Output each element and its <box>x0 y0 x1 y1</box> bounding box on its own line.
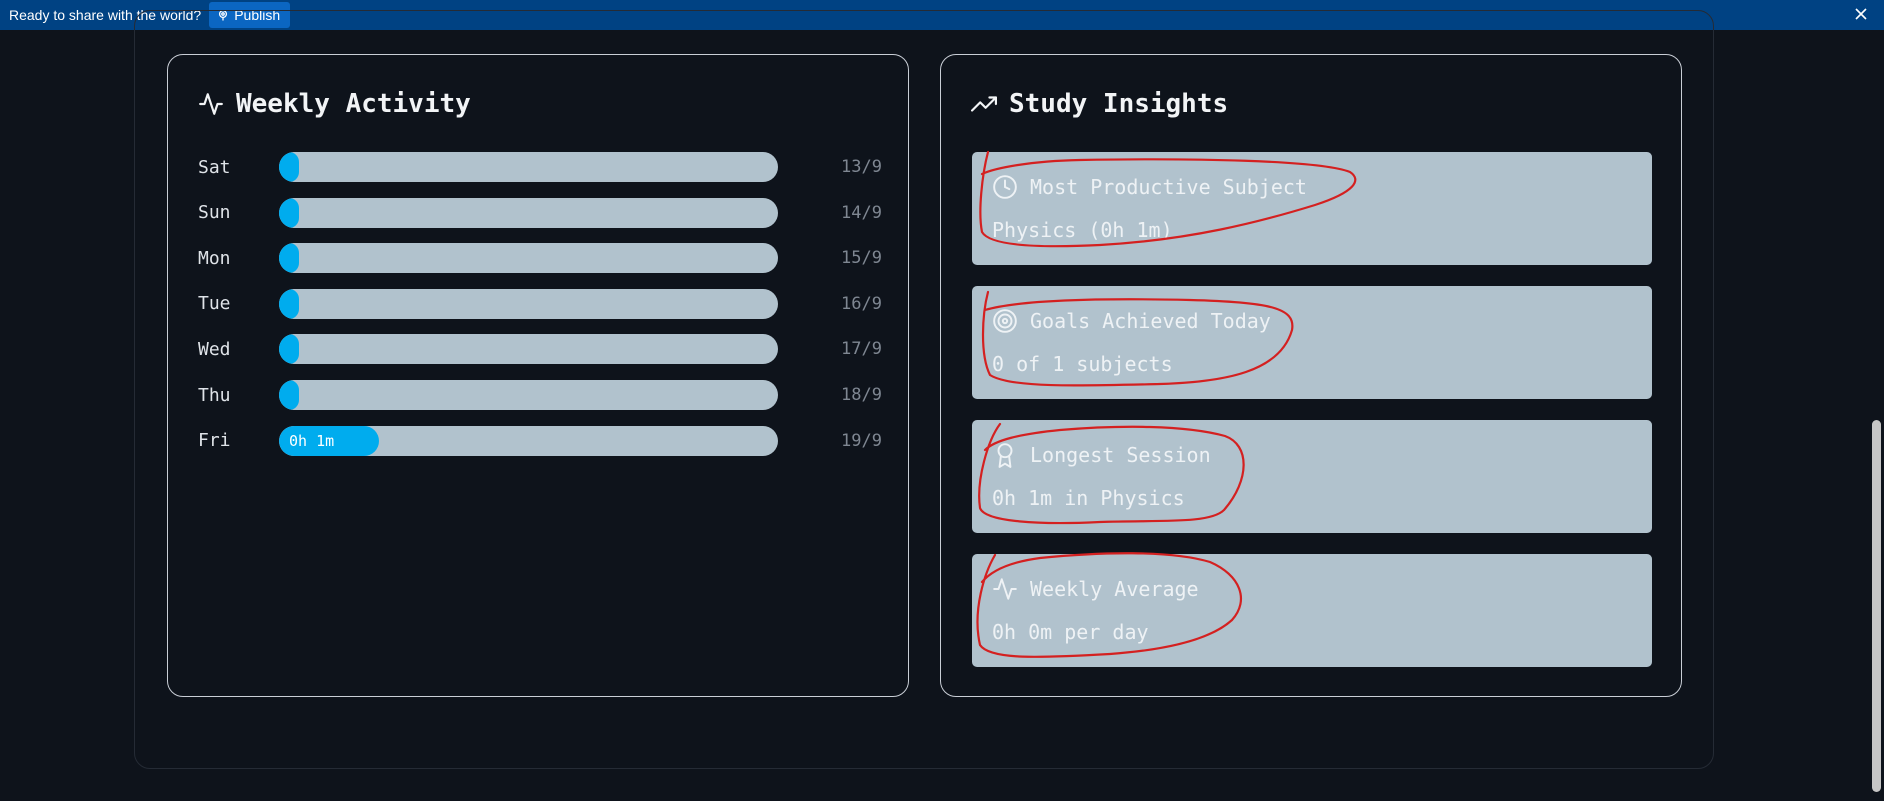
close-icon <box>1855 8 1867 20</box>
day-row: Tue 16/9 <box>198 288 882 319</box>
activity-bar <box>279 243 778 274</box>
day-label: Mon <box>198 247 231 269</box>
day-row: Sun 14/9 <box>198 197 882 228</box>
day-date: 15/9 <box>841 248 882 269</box>
clock-icon <box>993 175 1017 199</box>
day-row: Mon 15/9 <box>198 243 882 274</box>
activity-icon <box>993 578 1017 600</box>
insight-header: Most Productive Subject <box>992 174 1307 200</box>
insight-longest-session: Longest Session 0h 1m in Physics <box>972 420 1652 533</box>
weekly-activity-title: Weekly Activity <box>236 89 471 119</box>
trending-up-icon <box>971 96 997 112</box>
activity-bar: 0h 1m <box>279 425 778 456</box>
day-row: Sat 13/9 <box>198 152 882 182</box>
activity-icon <box>199 93 223 115</box>
activity-bar-fill <box>279 380 299 410</box>
insight-title: Goals Achieved Today <box>1030 309 1271 333</box>
weekly-activity-card: Weekly Activity Sat 13/9 Sun 14/9 Mon 15/9 Tue… <box>167 54 909 697</box>
insight-goals-achieved: Goals Achieved Today 0 of 1 subjects <box>972 286 1652 399</box>
day-date: 14/9 <box>841 202 882 223</box>
close-banner-button[interactable] <box>1850 3 1872 25</box>
activity-bar-fill: 0h 1m <box>279 425 379 456</box>
day-date: 18/9 <box>841 385 882 405</box>
activity-bar-fill <box>279 243 299 274</box>
activity-bar-fill <box>279 197 299 228</box>
day-label: Sat <box>198 156 231 178</box>
day-label: Wed <box>198 338 231 360</box>
day-label: Tue <box>198 293 231 315</box>
insight-title: Longest Session <box>1030 443 1211 467</box>
insight-value: 0h 1m in Physics <box>992 486 1185 510</box>
activity-bar-fill <box>279 152 299 182</box>
insight-title: Most Productive Subject <box>1030 175 1307 199</box>
activity-bar <box>279 197 778 228</box>
insight-weekly-average: Weekly Average 0h 0m per day <box>972 554 1652 667</box>
activity-bar <box>279 152 778 182</box>
insight-value: 0 of 1 subjects <box>992 352 1173 376</box>
insight-most-productive-subject: Most Productive Subject Physics (0h 1m) <box>972 152 1652 265</box>
insight-value: 0h 0m per day <box>992 620 1149 644</box>
day-date: 19/9 <box>841 430 882 451</box>
day-date: 13/9 <box>841 157 882 177</box>
study-insights-card: Study Insights Most Productive Subject P… <box>940 54 1682 697</box>
activity-bar <box>279 288 778 319</box>
activity-bar-fill <box>279 334 299 365</box>
activity-bar-fill <box>279 288 299 319</box>
target-icon <box>993 309 1017 333</box>
activity-bar <box>279 334 778 365</box>
insight-value: Physics (0h 1m) <box>992 218 1173 242</box>
day-label: Thu <box>198 384 231 406</box>
insight-header: Goals Achieved Today <box>992 308 1271 334</box>
award-icon <box>997 443 1013 468</box>
day-date: 16/9 <box>841 293 882 314</box>
study-insights-header: Study Insights <box>971 89 1228 119</box>
weekly-activity-header: Weekly Activity <box>198 89 471 119</box>
activity-bar <box>279 380 778 410</box>
day-label: Sun <box>198 202 231 224</box>
day-row: Wed 17/9 <box>198 334 882 365</box>
day-row: Thu 18/9 <box>198 380 882 410</box>
insight-header: Longest Session <box>992 442 1211 468</box>
day-label: Fri <box>198 430 231 452</box>
day-row: Fri 0h 1m 19/9 <box>198 425 882 456</box>
scrollbar-thumb[interactable] <box>1872 420 1881 792</box>
study-insights-title: Study Insights <box>1009 89 1229 119</box>
day-date: 17/9 <box>841 339 882 360</box>
insight-header: Weekly Average <box>992 576 1199 602</box>
insight-title: Weekly Average <box>1030 577 1199 601</box>
